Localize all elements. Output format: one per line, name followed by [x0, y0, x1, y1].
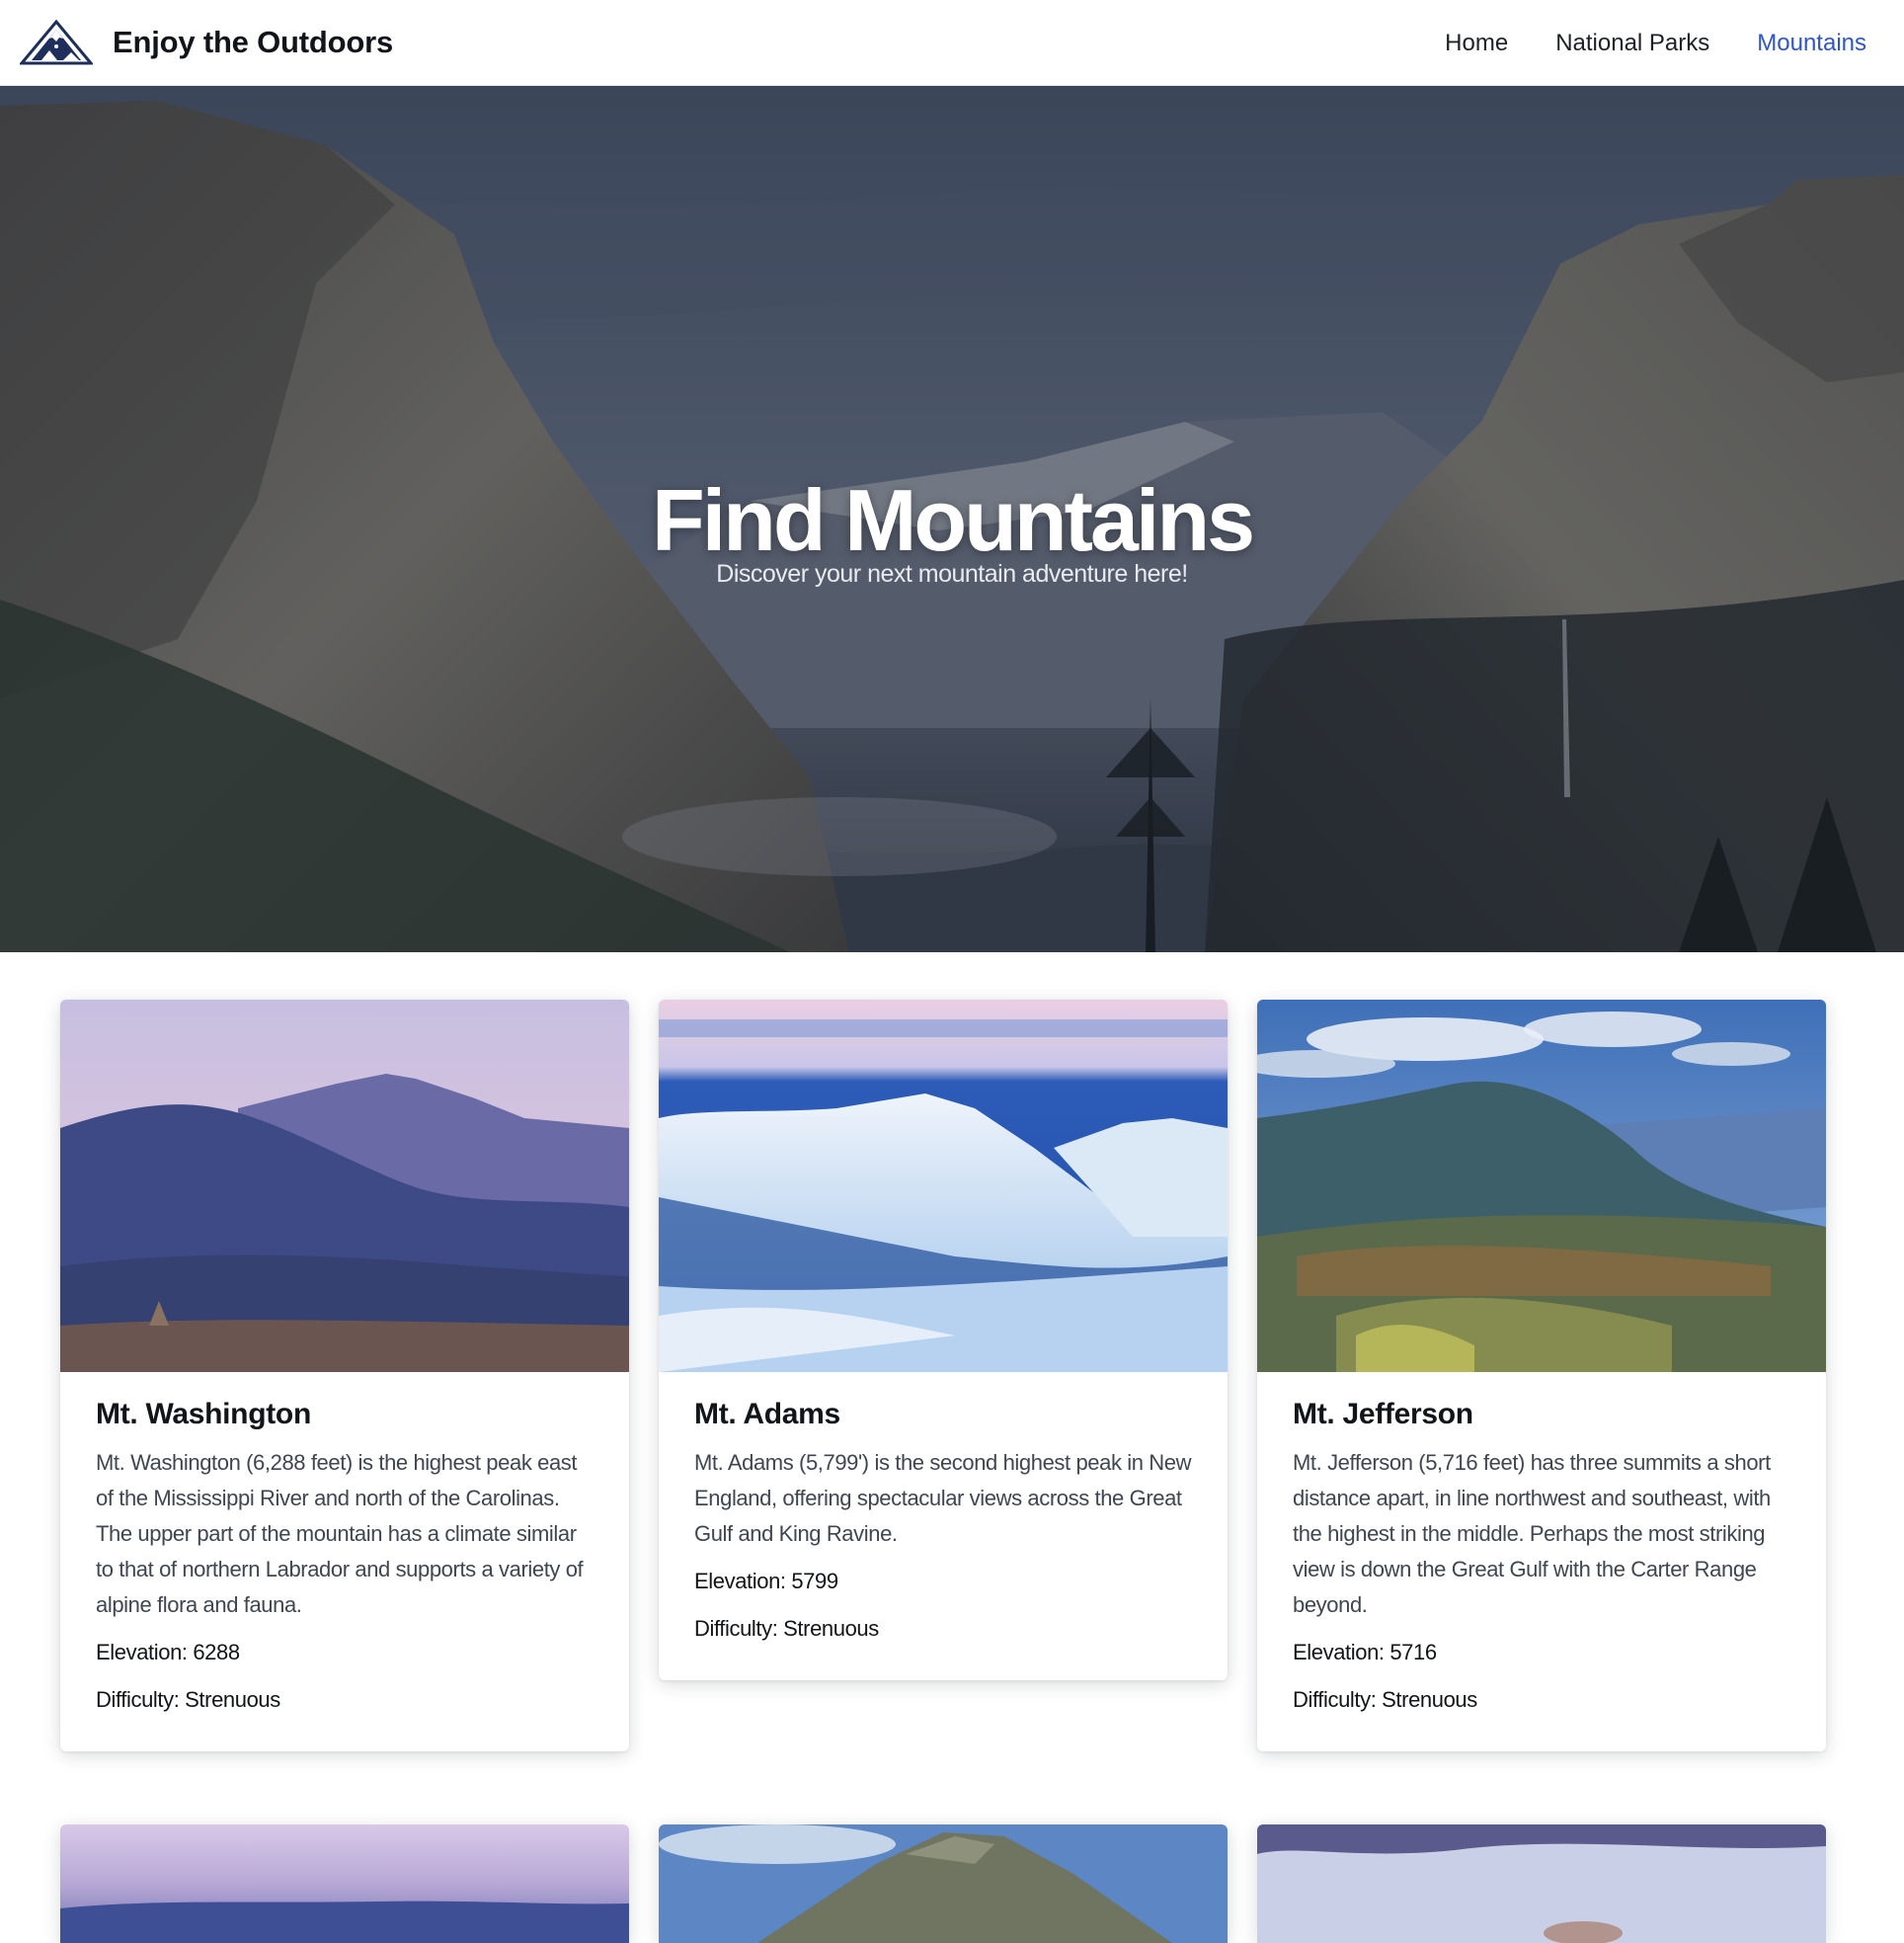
mountain-name: Mt. Adams	[694, 1398, 840, 1430]
mountain-image	[60, 1000, 629, 1372]
hero-subtitle: Discover your next mountain adventure he…	[716, 560, 1188, 588]
hero-title: Find Mountains	[651, 470, 1255, 569]
mountain-difficulty: Difficulty: Strenuous	[694, 1616, 879, 1641]
mountain-card: Mt. Adams Mt. Adams (5,799') is the seco…	[659, 1000, 1228, 1680]
brand-home-link[interactable]: Enjoy the Outdoors	[20, 20, 393, 65]
mountain-image	[60, 1824, 629, 1943]
card-body: Mt. Washington Mt. Washington (6,288 fee…	[60, 1372, 629, 1751]
mountain-image	[1257, 1824, 1826, 1943]
mountain-card: Mt. Washington Mt. Washington (6,288 fee…	[60, 1000, 629, 1751]
mountain-image	[1257, 1000, 1826, 1372]
mountain-elevation: Elevation: 6288	[96, 1640, 240, 1664]
mountain-elevation: Elevation: 5716	[1293, 1640, 1437, 1664]
mountain-description: Mt. Jefferson (5,716 feet) has three sum…	[1293, 1450, 1771, 1617]
card-body: Mt. Adams Mt. Adams (5,799') is the seco…	[659, 1372, 1228, 1680]
mountain-difficulty: Difficulty: Strenuous	[1293, 1687, 1477, 1712]
hero-banner: Find Mountains Discover your next mounta…	[0, 86, 1904, 952]
mountain-image	[659, 1824, 1228, 1943]
mountain-card-partial	[659, 1824, 1228, 1943]
card-body: Mt. Jefferson Mt. Jefferson (5,716 feet)…	[1257, 1372, 1826, 1751]
mountain-name: Mt. Jefferson	[1293, 1398, 1473, 1430]
mountain-difficulty: Difficulty: Strenuous	[96, 1687, 280, 1712]
mountain-card: Mt. Jefferson Mt. Jefferson (5,716 feet)…	[1257, 1000, 1826, 1751]
nav-link-home[interactable]: Home	[1445, 30, 1508, 57]
mountain-elevation: Elevation: 5799	[694, 1569, 838, 1593]
top-navbar: Enjoy the Outdoors Home National Parks M…	[0, 0, 1904, 86]
mountain-description: Mt. Adams (5,799') is the second highest…	[694, 1450, 1192, 1546]
nav-links: Home National Parks Mountains	[1445, 0, 1866, 86]
mountain-description: Mt. Washington (6,288 feet) is the highe…	[96, 1450, 584, 1617]
mountain-image	[659, 1000, 1228, 1372]
brand-name: Enjoy the Outdoors	[113, 25, 394, 59]
mountain-card-partial	[60, 1824, 629, 1943]
nav-link-mountains[interactable]: Mountains	[1757, 30, 1866, 57]
mountain-card-partial	[1257, 1824, 1826, 1943]
nav-link-national-parks[interactable]: National Parks	[1555, 30, 1709, 57]
mountain-name: Mt. Washington	[96, 1398, 311, 1430]
mountain-logo-icon	[20, 20, 93, 65]
